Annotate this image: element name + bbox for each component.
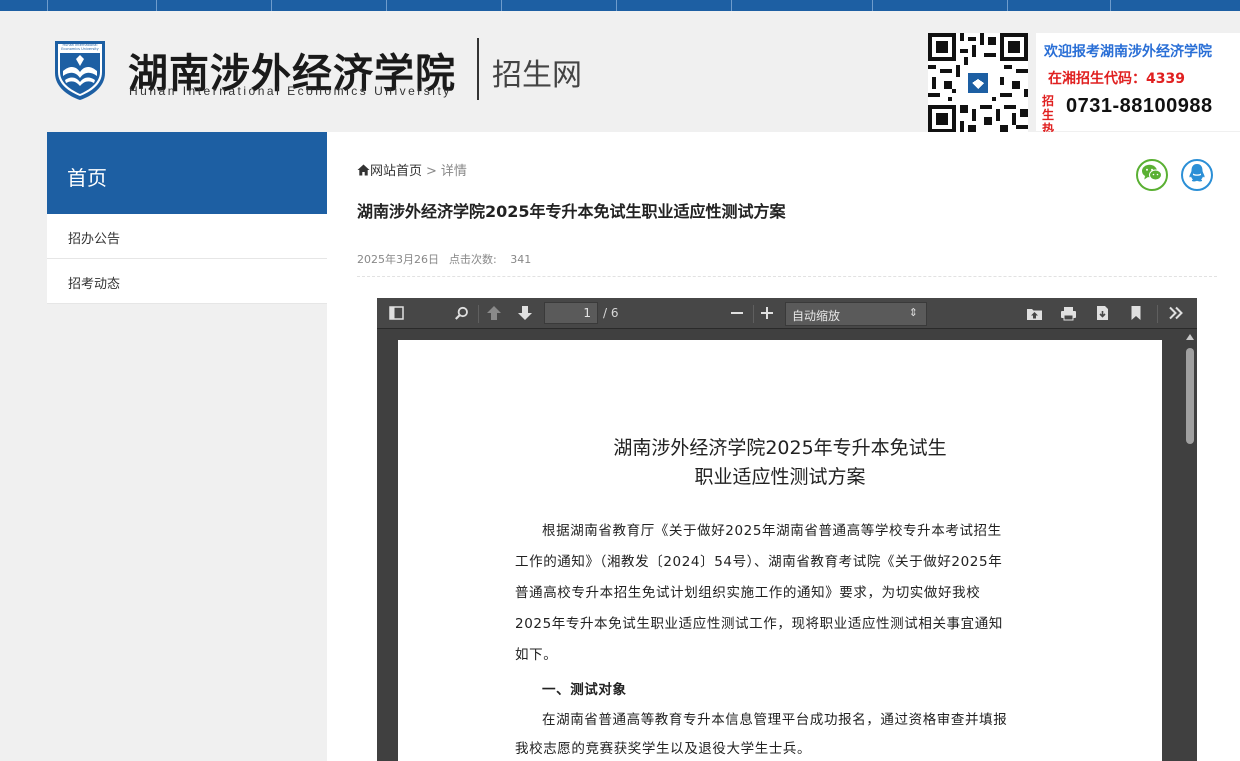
doc-title: 湖南涉外经济学院2025年专升本免试生 职业适应性测试方案 [398,434,1162,492]
promo-hotline-number: 0731-88100988 [1066,95,1213,117]
qq-share-button[interactable] [1181,159,1213,191]
pdf-toolbar: 1 / 6 自动缩放 ⇕ [377,298,1197,329]
nav-divider [156,0,157,11]
views-count: 341 [510,253,532,266]
page-total: / 6 [603,306,619,320]
open-file-icon[interactable] [1024,304,1044,322]
zoom-select-value: 自动缩放 [792,309,841,323]
pdf-scrollbar[interactable] [1182,331,1197,761]
breadcrumb-home[interactable]: 网站首页 [370,164,422,179]
breadcrumb: 网站首页 > 详情 [357,160,467,179]
bookmark-icon[interactable] [1126,304,1146,322]
doc-line: 普通高校专升本招生免试计划组织实施工作的通知》要求，为切实做好我校 [515,585,981,601]
nav-divider [271,0,272,11]
more-tools-icon[interactable] [1166,304,1186,322]
select-caret-icon: ⇕ [908,306,918,319]
toolbar-separator [753,305,754,323]
main-content: 网站首页 > 详情 湖南涉外经济学院2025年专升本免试生职业适应性测试方案 202… [327,132,1240,761]
school-name-en: Hunan International Economics University [129,84,452,98]
promo-welcome: 欢迎报考湖南涉外经济学院 [1044,44,1212,60]
search-icon[interactable] [451,304,471,322]
nav-divider [47,0,48,11]
nav-divider [1110,0,1111,11]
zoom-in-icon[interactable] [757,304,777,322]
header-divider [477,38,479,100]
promo-code-label: 在湘招生代码： [1048,71,1146,87]
school-logo[interactable]: Hunan International Economics University [52,39,108,101]
meta-divider [357,276,1217,277]
sidebar-item-announcements[interactable]: 招办公告 [47,214,327,259]
doc-line: 如下。 [515,647,558,663]
nav-divider [731,0,732,11]
breadcrumb-current: 详情 [440,164,467,179]
doc-title-line: 职业适应性测试方案 [694,466,866,488]
print-icon[interactable] [1058,304,1078,322]
nav-divider [386,0,387,11]
site-name: 招生网 [492,58,582,93]
nav-divider [616,0,617,11]
logo-text: Hunan International Economics University [61,43,99,51]
home-icon [357,164,370,176]
promo-code: 在湘招生代码：4339 [1048,68,1185,88]
scroll-up-icon[interactable] [1186,334,1194,340]
wechat-icon [1141,163,1163,187]
doc-line: 根据湖南省教育厅《关于做好2025年湖南省普通高等学校专升本考试招生 [542,523,1002,539]
article-title: 湖南涉外经济学院2025年专升本免试生职业适应性测试方案 [357,202,786,221]
sidebar-item-news[interactable]: 招考动态 [47,259,327,304]
scrollbar-thumb[interactable] [1186,348,1194,444]
breadcrumb-separator: > [426,164,437,179]
pdf-page: 湖南涉外经济学院2025年专升本免试生 职业适应性测试方案 根据湖南省教育厅《关… [398,340,1162,761]
wechat-share-button[interactable] [1136,159,1168,191]
doc-line: 我校志愿的竞赛获奖学生以及退役大学生士兵。 [515,741,812,757]
nav-divider [1007,0,1008,11]
article-views: 点击次数: 341 [449,253,531,266]
page-number-input[interactable]: 1 [544,302,598,324]
zoom-out-icon[interactable] [727,304,747,322]
sidebar: 首页 招办公告 招考动态 [47,132,327,304]
site-header: Hunan International Economics University… [0,11,1240,150]
admission-promo: 欢迎报考湖南涉外经济学院 在湘招生代码：4339 招生热线 0731-88100… [1036,33,1240,150]
doc-body: 根据湖南省教育厅《关于做好2025年湖南省普通高等学校专升本考试招生 工作的通知… [515,516,1049,761]
doc-line: 在湖南省普通高等教育专升本信息管理平台成功报名，通过资格审查并填报 [542,712,1008,728]
next-page-icon[interactable] [515,304,535,322]
toolbar-separator [1157,305,1158,323]
promo-code-value: 4339 [1146,71,1185,87]
top-nav-bar [0,0,1240,11]
pdf-viewer: 1 / 6 自动缩放 ⇕ 湖南涉外经济学院2025年专升本免试生 职业适应性测试… [377,298,1197,761]
nav-divider [872,0,873,11]
doc-line: 2025年专升本免试生职业适应性测试工作，现将职业适应性测试相关事宜通知 [515,616,1003,632]
views-label: 点击次数: [449,253,497,266]
doc-title-line: 湖南涉外经济学院2025年专升本免试生 [613,437,947,459]
zoom-select[interactable]: 自动缩放 ⇕ [785,302,927,326]
nav-divider [501,0,502,11]
prev-page-icon[interactable] [484,304,504,322]
qq-icon [1188,163,1206,187]
doc-line: 工作的通知》（湘教发〔2024〕54号）、湖南省教育考试院《关于做好2025年 [515,554,1003,570]
download-icon[interactable] [1092,304,1112,322]
sidebar-toggle-icon[interactable] [386,304,406,322]
toolbar-separator [478,305,479,323]
article-meta: 2025年3月26日 点击次数: 341 [357,251,531,267]
qr-code [928,33,1028,133]
sidebar-title[interactable]: 首页 [47,132,327,214]
article-date: 2025年3月26日 [357,253,439,266]
doc-heading: 一、测试对象 [542,682,627,698]
